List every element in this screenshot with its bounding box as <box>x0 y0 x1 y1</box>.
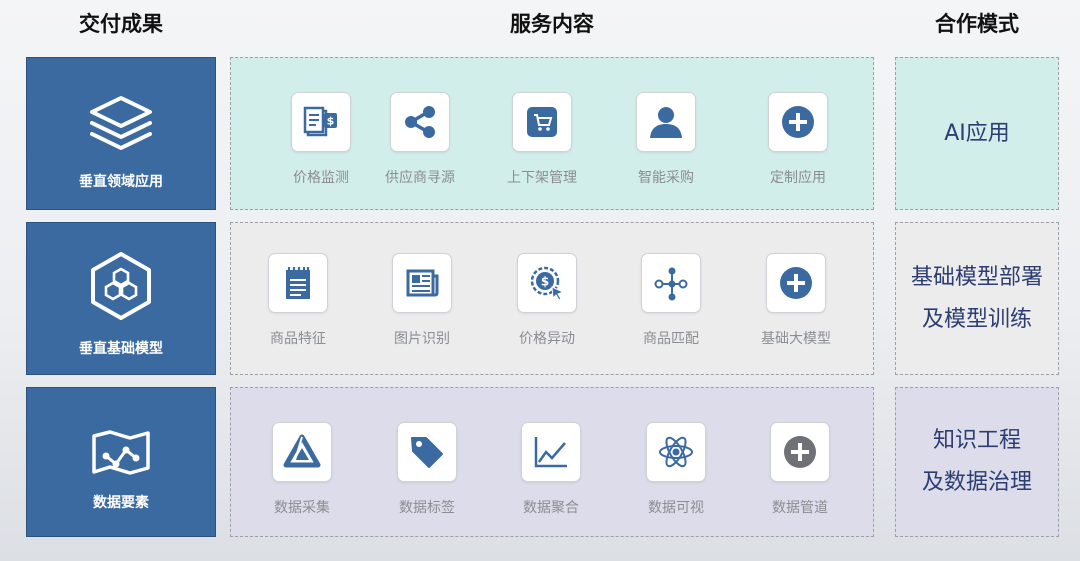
hexagon-cluster-icon <box>91 252 151 320</box>
service-data-collection: 数据采集 <box>247 422 357 517</box>
service-data-labeling: 数据标签 <box>372 422 482 517</box>
service-label: 定制应用 <box>770 170 826 186</box>
deliverable-card-data-elements: 数据要素 <box>26 387 216 537</box>
line-chart-icon <box>534 437 567 468</box>
service-image-recognition: 图片识别 <box>367 253 477 348</box>
deliverables-header: 交付成果 <box>79 12 163 36</box>
service-label: 图片识别 <box>394 331 450 347</box>
tag-icon <box>411 437 443 468</box>
user-icon <box>650 107 682 138</box>
mode-text: 及数据治理 <box>921 470 1032 495</box>
atom-icon <box>659 436 693 468</box>
mode-panel-model-deploy: 基础模型部署 及模型训练 <box>895 222 1059 375</box>
service-smart-procurement: 智能采购 <box>611 92 721 187</box>
service-data-pipeline: 数据管道 <box>745 422 855 517</box>
triangle-logo-icon <box>283 434 321 468</box>
service-data-visualization: 数据可视 <box>621 422 731 517</box>
service-label: 数据采集 <box>274 500 330 516</box>
service-label: 价格监测 <box>293 170 349 186</box>
service-label: 数据标签 <box>399 500 455 516</box>
service-custom-app: 定制应用 <box>743 92 853 187</box>
layers-icon <box>90 96 152 150</box>
mode-panel-knowledge: 知识工程 及数据治理 <box>895 387 1059 537</box>
map-route-icon <box>92 430 150 475</box>
service-listing-management: 上下架管理 <box>487 92 597 187</box>
newspaper-icon <box>406 269 439 297</box>
service-price-monitoring: $ 价格监测 <box>266 92 376 187</box>
service-label: 基础大模型 <box>761 331 831 347</box>
svg-text:$: $ <box>327 115 335 128</box>
deliverable-label: 垂直基础模型 <box>79 341 163 357</box>
services-panel-models: 商品特征 图片识别 $ 价格异动 商品匹配 基础大模型 <box>230 222 874 375</box>
service-data-aggregation: 数据聚合 <box>496 422 606 517</box>
plus-circle-icon <box>782 106 814 138</box>
dollar-cursor-icon: $ <box>530 266 565 301</box>
node-tree-icon <box>654 267 688 301</box>
svg-text:$: $ <box>541 275 549 289</box>
mode-text: 及模型训练 <box>921 306 1032 332</box>
share-icon <box>405 106 435 138</box>
mode-text: 知识工程 <box>932 428 1021 453</box>
service-label: 数据管道 <box>772 500 828 516</box>
mode-panel-ai-app: AI应用 <box>895 57 1059 210</box>
plus-circle-icon <box>784 436 816 468</box>
service-label: 供应商寻源 <box>385 170 455 186</box>
service-product-matching: 商品匹配 <box>616 253 726 348</box>
service-label: 价格异动 <box>519 331 575 347</box>
service-label: 上下架管理 <box>507 170 577 186</box>
service-supplier-sourcing: 供应商寻源 <box>365 92 475 187</box>
mode-text: 基础模型部署 <box>910 264 1043 290</box>
cart-icon <box>527 107 557 137</box>
services-header: 服务内容 <box>510 12 594 36</box>
deliverable-card-base-models: 垂直基础模型 <box>26 222 216 375</box>
price-document-icon: $ <box>303 106 337 137</box>
service-product-features: 商品特征 <box>243 253 353 348</box>
service-price-anomaly: $ 价格异动 <box>492 253 602 348</box>
service-base-llm: 基础大模型 <box>741 253 851 348</box>
cooperation-header: 合作模式 <box>935 12 1019 36</box>
service-label: 智能采购 <box>638 170 694 186</box>
service-label: 商品匹配 <box>643 331 699 347</box>
service-label: 数据聚合 <box>523 500 579 516</box>
services-panel-apps: $ 价格监测 供应商寻源 上下架管理 智能采购 定制应用 <box>230 57 874 210</box>
mode-text: AI应用 <box>944 120 1010 146</box>
deliverable-label: 数据要素 <box>93 495 149 511</box>
plus-circle-icon <box>780 267 812 299</box>
deliverable-label: 垂直领域应用 <box>79 174 163 190</box>
services-panel-data: 数据采集 数据标签 数据聚合 数据可视 数据管道 <box>230 387 874 537</box>
service-label: 商品特征 <box>270 331 326 347</box>
notepad-icon <box>286 267 310 299</box>
deliverable-card-vertical-apps: 垂直领域应用 <box>26 57 216 210</box>
service-label: 数据可视 <box>648 500 704 516</box>
